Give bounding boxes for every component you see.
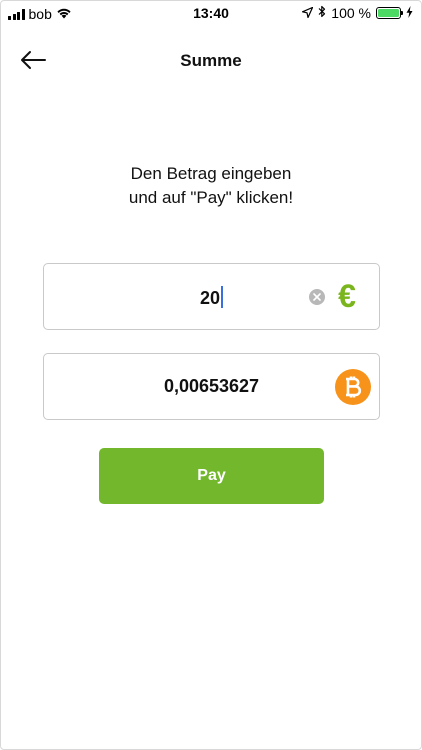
instruction-line-1: Den Betrag eingeben [130, 164, 292, 183]
pay-button[interactable]: Pay [99, 448, 324, 504]
charging-bolt-icon [406, 5, 413, 21]
text-cursor [221, 286, 224, 308]
navigation-bar: Summe [1, 25, 421, 95]
bitcoin-amount-value: 0,00653627 [163, 376, 260, 396]
battery-level [378, 9, 399, 17]
status-bar: bob 13:40 100 % [1, 1, 421, 25]
euro-icon: € [338, 278, 356, 314]
bitcoin-amount-field[interactable]: 0,00653627 [43, 353, 380, 420]
status-right: 100 % [302, 5, 413, 21]
euro-amount-field[interactable]: 20 € [43, 263, 380, 330]
battery-percent: 100 % [331, 5, 371, 21]
euro-amount-input[interactable]: 20 [44, 286, 379, 309]
euro-amount-value: 20 [199, 288, 221, 308]
instruction-text: Den Betrag eingeben und auf "Pay" klicke… [1, 162, 421, 210]
payment-amount-screen: bob 13:40 100 % Summe Den Betrag eingebe… [0, 0, 422, 750]
clear-button[interactable] [309, 289, 325, 305]
clear-icon [313, 293, 321, 301]
bluetooth-icon [318, 5, 326, 21]
page-title: Summe [180, 51, 242, 70]
location-arrow-icon [302, 5, 314, 21]
bitcoin-icon [335, 369, 371, 405]
battery-icon [376, 7, 403, 19]
instruction-line-2: und auf "Pay" klicken! [128, 188, 294, 207]
